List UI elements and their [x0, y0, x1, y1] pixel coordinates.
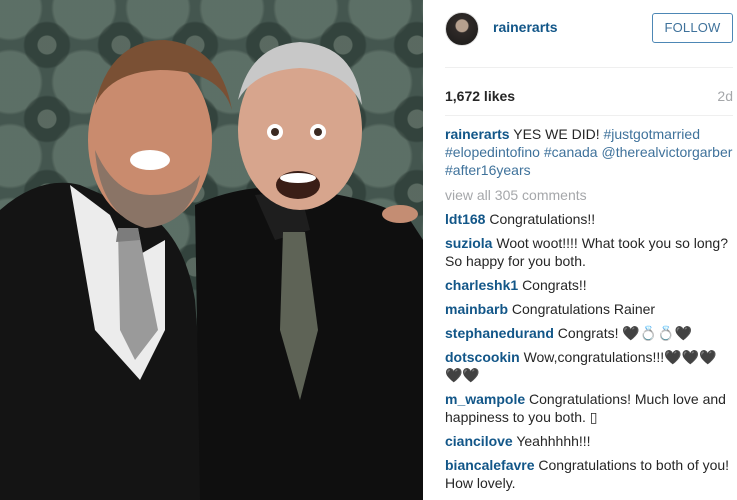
comment-text: Congrats!! — [522, 277, 587, 293]
comments-list: rainerarts YES WE DID! #justgotmarried #… — [445, 125, 733, 498]
comment-item: charleshk1 Congrats!! — [445, 276, 733, 294]
comment-item: mainbarb Congratulations Rainer — [445, 300, 733, 318]
comment-username[interactable]: m_wampole — [445, 391, 525, 407]
caption-text: YES WE DID! — [513, 126, 600, 142]
comment-username[interactable]: dotscookin — [445, 349, 520, 365]
comment-username[interactable]: ciancilove — [445, 433, 513, 449]
comment-username[interactable]: ldt168 — [445, 211, 485, 227]
post-sidebar: rainerarts FOLLOW 1,672 likes 2d rainera… — [423, 0, 737, 500]
photo-illustration — [0, 40, 423, 500]
comment-item: biancalefavre Congratulations to both of… — [445, 456, 733, 492]
comment-item: stephanedurand Congrats! 🖤💍💍🖤 — [445, 324, 733, 342]
likes-count[interactable]: 1,672 likes — [445, 88, 515, 104]
post-photo[interactable] — [0, 0, 423, 500]
likes-divider — [445, 115, 733, 116]
hashtag[interactable]: #justgotmarried — [603, 126, 700, 142]
comment-item: ciancilove Yeahhhhh!!! — [445, 432, 733, 450]
comment-item: ldt168 Congratulations!! — [445, 210, 733, 228]
post-header: rainerarts FOLLOW — [423, 0, 737, 57]
hashtag[interactable]: #canada — [544, 144, 598, 160]
comment-item: m_wampole Congratulations! Much love and… — [445, 390, 733, 426]
comment-text: Yeahhhhh!!! — [516, 433, 591, 449]
author-username[interactable]: rainerarts — [493, 19, 558, 35]
comment-username[interactable]: mainbarb — [445, 301, 508, 317]
comment-item: suziola Woot woot!!!! What took you so l… — [445, 234, 733, 270]
comment-username[interactable]: charleshk1 — [445, 277, 518, 293]
hashtag[interactable]: #after16years — [445, 162, 531, 178]
comment-username[interactable]: stephanedurand — [445, 325, 554, 341]
hashtag[interactable]: #elopedintofino — [445, 144, 540, 160]
comment-text: Congrats! 🖤💍💍🖤 — [557, 325, 693, 341]
comment-item: dotscookin Wow,congratulations!!!🖤🖤🖤🖤🖤 — [445, 348, 733, 384]
likes-row: 1,672 likes 2d — [445, 88, 733, 106]
comment-username[interactable]: biancalefavre — [445, 457, 535, 473]
follow-button[interactable]: FOLLOW — [652, 13, 733, 43]
comment-username[interactable]: suziola — [445, 235, 492, 251]
comment-text: Congratulations!! — [489, 211, 596, 227]
post-time[interactable]: 2d — [717, 88, 733, 104]
mention-link[interactable]: @therealvictorgarber — [601, 144, 732, 160]
caption: rainerarts YES WE DID! #justgotmarried #… — [445, 125, 733, 179]
avatar[interactable] — [445, 12, 479, 46]
view-all-comments-link[interactable]: view all 305 comments — [445, 186, 733, 204]
caption-username[interactable]: rainerarts — [445, 126, 510, 142]
comment-text: Congratulations Rainer — [511, 301, 656, 317]
header-divider — [445, 67, 733, 68]
